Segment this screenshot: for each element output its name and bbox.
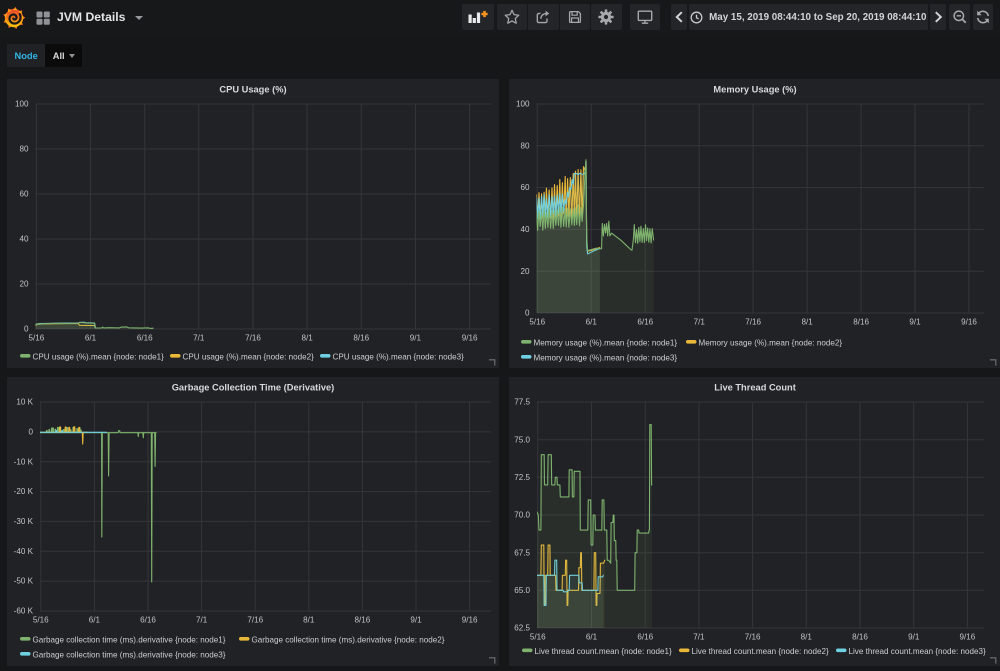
- svg-text:Memory Usage (%): Memory Usage (%): [713, 85, 796, 95]
- svg-text:9/1: 9/1: [908, 633, 920, 642]
- svg-text:CPU usage (%).mean {node: node: CPU usage (%).mean {node: node2}: [183, 352, 315, 361]
- svg-text:6/16: 6/16: [637, 318, 653, 327]
- svg-text:100: 100: [15, 100, 29, 109]
- svg-text:Garbage collection time (ms).d: Garbage collection time (ms).derivative …: [252, 635, 445, 644]
- svg-text:-40 K: -40 K: [14, 547, 34, 556]
- svg-text:7/1: 7/1: [193, 334, 205, 343]
- svg-text:6/16: 6/16: [637, 633, 653, 642]
- svg-text:5/16: 5/16: [530, 633, 546, 642]
- svg-text:8/16: 8/16: [355, 616, 371, 625]
- svg-text:5/16: 5/16: [29, 334, 45, 343]
- svg-text:6/16: 6/16: [137, 334, 153, 343]
- svg-text:67.5: 67.5: [514, 548, 530, 557]
- svg-text:9/1: 9/1: [410, 334, 422, 343]
- svg-text:CPU usage (%).mean {node: node: CPU usage (%).mean {node: node1}: [33, 352, 165, 361]
- svg-text:65.0: 65.0: [514, 586, 530, 595]
- svg-text:6/1: 6/1: [89, 616, 101, 625]
- svg-text:8/16: 8/16: [852, 633, 868, 642]
- svg-text:9/16: 9/16: [961, 318, 977, 327]
- svg-text:5/16: 5/16: [529, 318, 545, 327]
- svg-text:20: 20: [520, 267, 530, 276]
- svg-text:9/16: 9/16: [462, 334, 478, 343]
- svg-text:7/16: 7/16: [745, 318, 761, 327]
- svg-text:80: 80: [19, 145, 29, 154]
- svg-text:Live thread count.mean {node:: Live thread count.mean {node: node2}: [692, 647, 830, 656]
- svg-text:7/16: 7/16: [247, 616, 263, 625]
- svg-text:60: 60: [520, 183, 530, 192]
- svg-text:8/16: 8/16: [353, 334, 369, 343]
- svg-text:CPU usage (%).mean {node: node: CPU usage (%).mean {node: node3}: [333, 352, 465, 361]
- svg-text:0: 0: [24, 325, 29, 334]
- svg-text:9/1: 9/1: [909, 318, 921, 327]
- svg-text:8/16: 8/16: [853, 318, 869, 327]
- svg-text:80: 80: [520, 141, 530, 150]
- svg-text:8/1: 8/1: [303, 616, 315, 625]
- svg-text:20: 20: [19, 280, 29, 289]
- svg-text:5/16: 5/16: [33, 616, 49, 625]
- svg-text:-60 K: -60 K: [14, 607, 34, 616]
- svg-text:-50 K: -50 K: [14, 577, 34, 586]
- svg-text:CPU Usage (%): CPU Usage (%): [219, 85, 286, 95]
- svg-text:77.5: 77.5: [514, 398, 530, 407]
- svg-text:10 K: 10 K: [16, 398, 33, 407]
- svg-text:0: 0: [525, 309, 530, 318]
- svg-text:100: 100: [516, 100, 530, 109]
- svg-text:6/1: 6/1: [586, 318, 598, 327]
- svg-text:0: 0: [28, 428, 33, 437]
- svg-text:6/1: 6/1: [586, 633, 598, 642]
- svg-text:-20 K: -20 K: [14, 487, 34, 496]
- svg-text:40: 40: [19, 235, 29, 244]
- svg-text:62.5: 62.5: [514, 624, 530, 633]
- svg-text:75.0: 75.0: [514, 435, 530, 444]
- svg-text:9/16: 9/16: [960, 633, 976, 642]
- svg-text:60: 60: [19, 190, 29, 199]
- svg-text:Garbage collection time (ms).d: Garbage collection time (ms).derivative …: [33, 635, 226, 644]
- svg-text:72.5: 72.5: [514, 473, 530, 482]
- svg-text:Live thread count.mean {node:: Live thread count.mean {node: node1}: [535, 647, 673, 656]
- svg-text:8/1: 8/1: [301, 334, 313, 343]
- svg-text:-10 K: -10 K: [14, 457, 34, 466]
- svg-text:7/16: 7/16: [245, 334, 261, 343]
- svg-text:Garbage collection time (ms).d: Garbage collection time (ms).derivative …: [33, 650, 226, 659]
- svg-text:Live thread count.mean {node:: Live thread count.mean {node: node3}: [849, 647, 987, 656]
- svg-text:-30 K: -30 K: [14, 517, 34, 526]
- svg-text:40: 40: [520, 225, 530, 234]
- svg-text:6/1: 6/1: [85, 334, 97, 343]
- svg-text:9/1: 9/1: [410, 616, 422, 625]
- svg-text:9/16: 9/16: [462, 616, 478, 625]
- svg-text:7/1: 7/1: [693, 633, 705, 642]
- svg-text:Live Thread Count: Live Thread Count: [714, 383, 796, 393]
- svg-text:7/16: 7/16: [745, 633, 761, 642]
- svg-text:7/1: 7/1: [694, 318, 706, 327]
- svg-text:Garbage Collection Time (Deriv: Garbage Collection Time (Derivative): [172, 383, 335, 393]
- svg-text:70.0: 70.0: [514, 511, 530, 520]
- svg-text:Memory usage (%).mean {node: n: Memory usage (%).mean {node: node1}: [534, 338, 678, 347]
- svg-text:8/1: 8/1: [801, 633, 813, 642]
- svg-text:Memory usage (%).mean {node: n: Memory usage (%).mean {node: node2}: [699, 338, 843, 347]
- svg-text:8/1: 8/1: [801, 318, 813, 327]
- svg-text:6/16: 6/16: [140, 616, 156, 625]
- svg-text:Memory usage (%).mean {node: n: Memory usage (%).mean {node: node3}: [534, 353, 678, 362]
- svg-text:7/1: 7/1: [196, 616, 208, 625]
